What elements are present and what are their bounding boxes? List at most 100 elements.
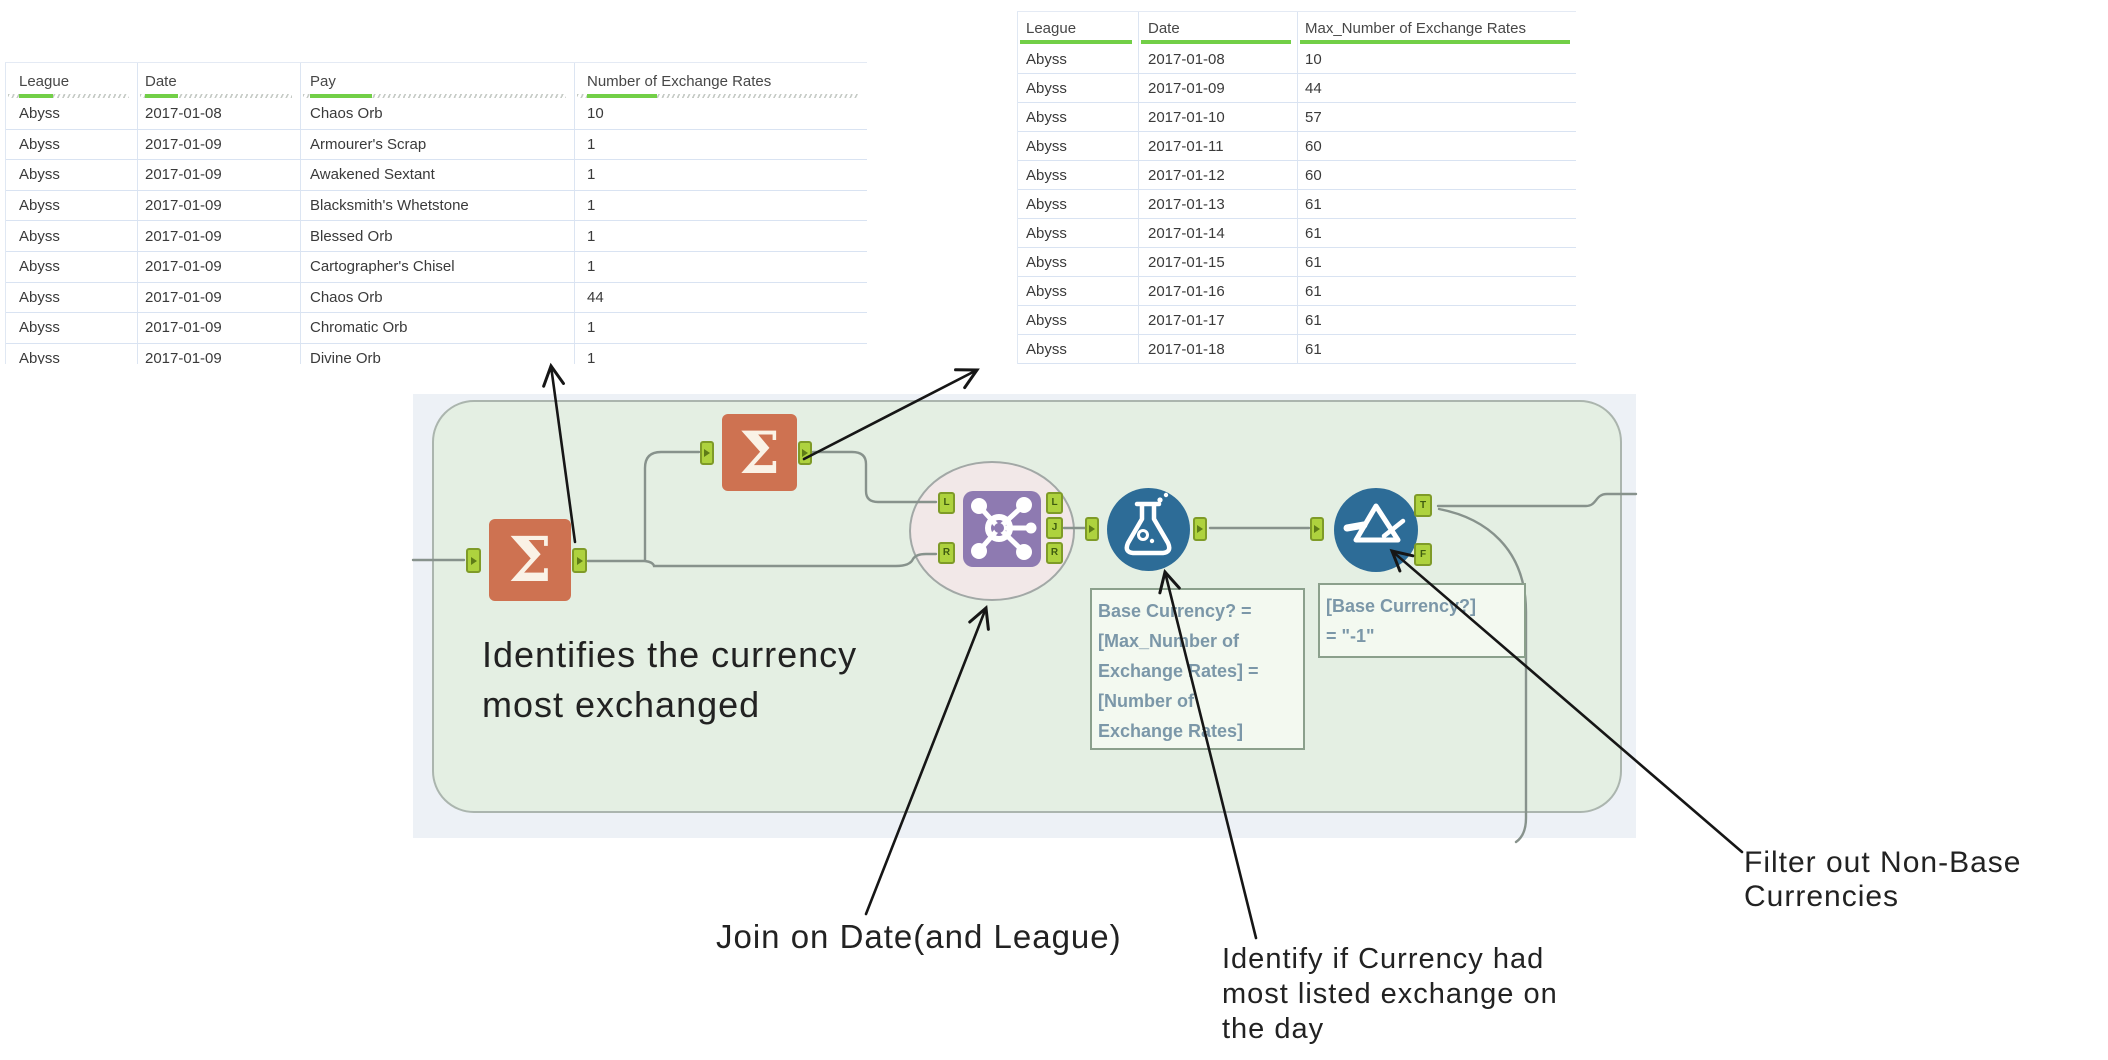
table-cell[interactable]: 2017-01-09 [137, 160, 300, 190]
table-cell[interactable]: Divine Orb [300, 343, 574, 364]
input-anchor[interactable] [1085, 517, 1099, 541]
table-row[interactable]: Abyss 2017-01-18 61 [1018, 335, 1576, 364]
table-cell[interactable]: Abyss [1018, 219, 1138, 247]
table-cell[interactable]: 2017-01-17 [1138, 306, 1297, 334]
table-cell[interactable]: 60 [1297, 132, 1576, 160]
table-cell[interactable]: 2017-01-08 [1138, 45, 1297, 73]
table-cell[interactable]: 61 [1297, 248, 1576, 276]
column-header[interactable]: Date [137, 63, 300, 99]
table-cell[interactable]: Chaos Orb [300, 99, 574, 129]
output-anchor[interactable] [1193, 517, 1207, 541]
table-cell[interactable]: Blacksmith's Whetstone [300, 190, 574, 221]
table-cell[interactable]: Cartographer's Chisel [300, 251, 574, 282]
column-header[interactable]: Number of Exchange Rates [574, 63, 867, 99]
table-cell[interactable]: Awakened Sextant [300, 160, 574, 190]
table-row[interactable]: Abyss 2017-01-09 44 [1018, 74, 1576, 103]
column-header[interactable]: Max_Number of Exchange Rates [1297, 12, 1576, 45]
table-row[interactable]: Abyss 2017-01-09 Awakened Sextant 1 [6, 160, 867, 191]
table-cell[interactable]: 57 [1297, 103, 1576, 131]
table-row[interactable]: Abyss 2017-01-09 Divine Orb 1 [6, 343, 867, 364]
table-row[interactable]: Abyss 2017-01-16 61 [1018, 277, 1576, 306]
table-cell[interactable]: 2017-01-14 [1138, 219, 1297, 247]
table-cell[interactable]: Abyss [1018, 103, 1138, 131]
output-anchor[interactable] [572, 548, 587, 573]
table-cell[interactable]: Abyss [6, 313, 137, 343]
table-cell[interactable]: 2017-01-09 [137, 343, 300, 364]
table-cell[interactable]: 1 [574, 190, 867, 221]
table-cell[interactable]: Abyss [6, 252, 137, 282]
table-cell[interactable]: 2017-01-16 [1138, 277, 1297, 305]
table-cell[interactable]: Abyss [6, 221, 137, 251]
filter-tool[interactable] [1334, 488, 1418, 572]
table-row[interactable]: Abyss 2017-01-15 61 [1018, 248, 1576, 277]
table-cell[interactable]: 1 [574, 313, 867, 343]
table-cell[interactable]: 61 [1297, 190, 1576, 218]
table-row[interactable]: Abyss 2017-01-09 Blessed Orb 1 [6, 221, 867, 252]
table-cell[interactable]: 2017-01-12 [1138, 161, 1297, 189]
table-cell[interactable]: 2017-01-09 [137, 190, 300, 221]
table-cell[interactable]: 10 [574, 99, 867, 129]
table-cell[interactable]: Abyss [6, 283, 137, 313]
table-cell[interactable]: Abyss [6, 160, 137, 190]
join-input-anchor-L[interactable]: L [938, 492, 955, 514]
table-cell[interactable]: 1 [574, 221, 867, 251]
table-row[interactable]: Abyss 2017-01-10 57 [1018, 103, 1576, 132]
table-cell[interactable]: 2017-01-11 [1138, 132, 1297, 160]
summarize-tool-2[interactable]: Σ [722, 414, 797, 491]
table-cell[interactable]: Abyss [1018, 161, 1138, 189]
column-header[interactable]: Date [1138, 12, 1297, 45]
table-row[interactable]: Abyss 2017-01-09 Cartographer's Chisel 1 [6, 251, 867, 283]
filter-annotation[interactable]: [Base Currency?] = "-1" [1318, 583, 1526, 658]
table-cell[interactable]: Abyss [6, 344, 137, 364]
table-cell[interactable]: Abyss [6, 99, 137, 129]
table-row[interactable]: Abyss 2017-01-17 61 [1018, 306, 1576, 335]
table-row[interactable]: Abyss 2017-01-12 60 [1018, 161, 1576, 190]
join-tool[interactable] [963, 491, 1041, 567]
table-cell[interactable]: 61 [1297, 335, 1576, 363]
input-anchor[interactable] [700, 441, 714, 465]
table-cell[interactable]: Abyss [1018, 45, 1138, 73]
table-cell[interactable]: Armourer's Scrap [300, 129, 574, 160]
table-cell[interactable]: 1 [574, 251, 867, 282]
table-cell[interactable]: Abyss [1018, 248, 1138, 276]
input-anchor[interactable] [466, 548, 481, 573]
table-cell[interactable]: Blessed Orb [300, 221, 574, 251]
column-header[interactable]: League [6, 63, 137, 99]
table-row[interactable]: Abyss 2017-01-11 60 [1018, 132, 1576, 161]
input-anchor[interactable] [1310, 517, 1324, 541]
table-cell[interactable]: 2017-01-08 [137, 99, 300, 129]
table-cell[interactable]: 61 [1297, 219, 1576, 247]
table-cell[interactable]: Abyss [1018, 277, 1138, 305]
table-cell[interactable]: 2017-01-10 [1138, 103, 1297, 131]
table-cell[interactable]: Abyss [6, 130, 137, 160]
table-cell[interactable]: 44 [1297, 74, 1576, 102]
table-cell[interactable]: Abyss [1018, 74, 1138, 102]
filter-output-anchor-F[interactable]: F [1414, 543, 1432, 566]
table-cell[interactable]: 2017-01-09 [137, 282, 300, 313]
table-cell[interactable]: 2017-01-15 [1138, 248, 1297, 276]
join-output-anchor-R[interactable]: R [1046, 542, 1063, 564]
table-cell[interactable]: 2017-01-09 [137, 129, 300, 160]
output-anchor[interactable] [798, 441, 812, 465]
table-row[interactable]: Abyss 2017-01-09 Chaos Orb 44 [6, 282, 867, 314]
formula-tool[interactable] [1107, 488, 1190, 571]
formula-annotation[interactable]: Base Currency? = [Max_Number of Exchange… [1090, 588, 1305, 750]
table-cell[interactable]: 2017-01-18 [1138, 335, 1297, 363]
table-row[interactable]: Abyss 2017-01-08 10 [1018, 45, 1576, 74]
column-header[interactable]: Pay [300, 63, 574, 99]
table-cell[interactable]: Abyss [1018, 335, 1138, 363]
table-row[interactable]: Abyss 2017-01-09 Chromatic Orb 1 [6, 313, 867, 344]
table-row[interactable]: Abyss 2017-01-08 Chaos Orb 10 [6, 99, 867, 130]
table-cell[interactable]: Abyss [1018, 190, 1138, 218]
column-header[interactable]: League [1018, 12, 1138, 45]
table-row[interactable]: Abyss 2017-01-13 61 [1018, 190, 1576, 219]
table-row[interactable]: Abyss 2017-01-09 Blacksmith's Whetstone 1 [6, 190, 867, 222]
table-cell[interactable]: 10 [1297, 45, 1576, 73]
join-output-anchor-L[interactable]: L [1046, 492, 1063, 514]
table-cell[interactable]: 44 [574, 282, 867, 313]
table-cell[interactable]: 2017-01-09 [137, 313, 300, 343]
table-row[interactable]: Abyss 2017-01-09 Armourer's Scrap 1 [6, 129, 867, 161]
table-cell[interactable]: 2017-01-13 [1138, 190, 1297, 218]
table-cell[interactable]: 2017-01-09 [137, 251, 300, 282]
table-cell[interactable]: 2017-01-09 [137, 221, 300, 251]
